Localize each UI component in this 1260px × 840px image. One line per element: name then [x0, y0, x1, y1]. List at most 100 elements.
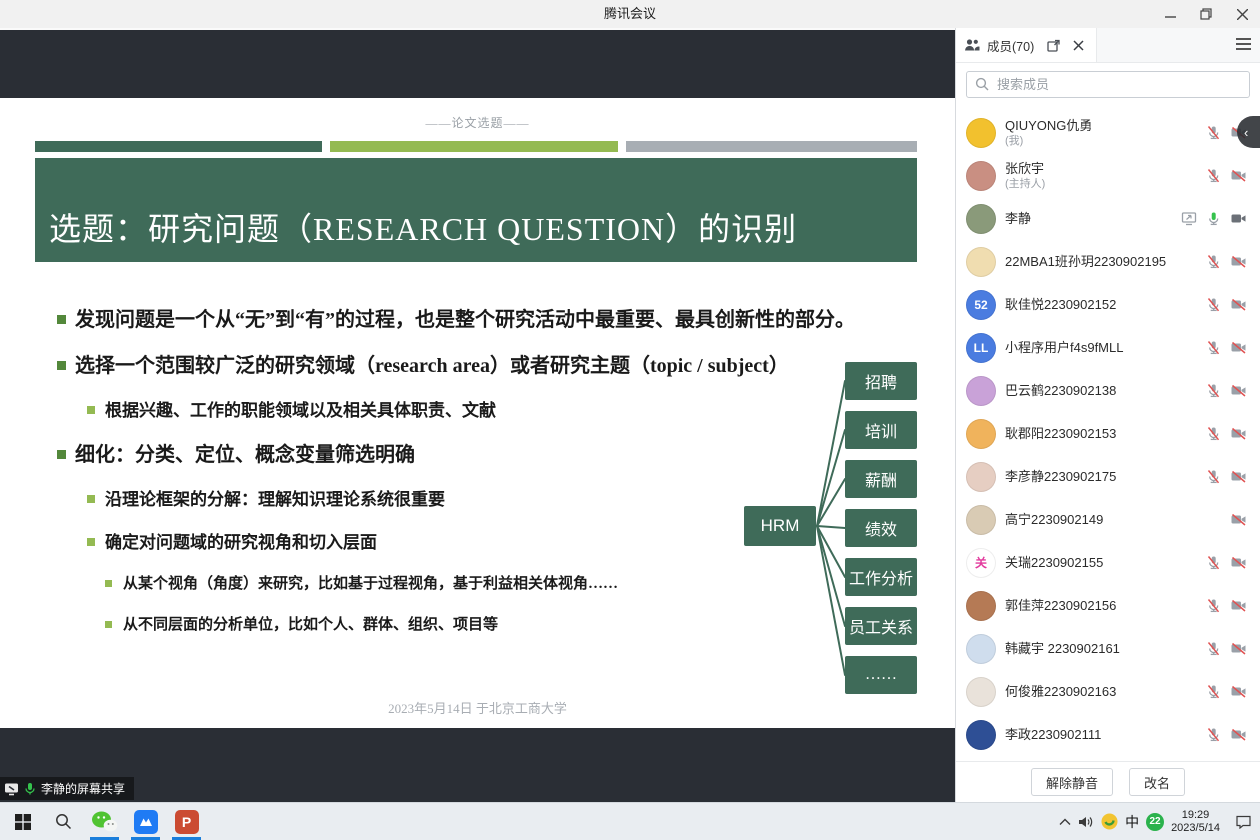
slide-footer: 2023年5月14日 于北京工商大学	[0, 698, 955, 717]
tab-members[interactable]: 成员(70)	[956, 28, 1097, 62]
screen-share-banner: 李静的屏幕共享	[0, 777, 134, 800]
rename-button[interactable]: 改名	[1129, 768, 1185, 796]
notification-center-button[interactable]	[1235, 814, 1252, 829]
member-row[interactable]: 22MBA1班孙玥2230902195	[956, 240, 1260, 283]
window-controls	[1152, 0, 1260, 28]
taskbar-powerpoint-button[interactable]: P	[166, 803, 207, 840]
camera-off-icon	[1230, 555, 1247, 570]
clock[interactable]: 19:29 2023/5/14	[1171, 809, 1220, 835]
mic-muted-icon	[1206, 555, 1221, 570]
member-status	[1206, 297, 1247, 312]
slide-title: 选题：研究问题（RESEARCH QUESTION）的识别	[49, 204, 797, 250]
member-row[interactable]: 关 关瑞2230902155	[956, 541, 1260, 584]
member-row[interactable]: 李政2230902111	[956, 713, 1260, 756]
camera-off-icon	[1230, 297, 1247, 312]
member-status	[1206, 383, 1247, 398]
accent-bar-green	[35, 141, 322, 152]
member-row[interactable]: 耿郡阳2230902153	[956, 412, 1260, 455]
ime-indicator[interactable]: 中	[1125, 812, 1139, 832]
mic-muted-icon	[1206, 641, 1221, 656]
camera-off-icon	[1230, 684, 1247, 699]
hrm-root-node: HRM	[744, 506, 816, 546]
member-role: (主持人)	[1005, 177, 1045, 191]
mic-muted-icon	[1206, 383, 1221, 398]
members-panel-header: 成员(70)	[956, 28, 1260, 63]
member-row[interactable]: LL 小程序用户f4s9fMLL	[956, 326, 1260, 369]
member-row[interactable]: 韩藏宇 2230902161	[956, 627, 1260, 670]
powerpoint-icon: P	[175, 810, 199, 834]
volume-icon[interactable]	[1078, 815, 1094, 829]
member-row[interactable]: 郭佳萍2230902156	[956, 584, 1260, 627]
close-panel-icon[interactable]	[1073, 40, 1084, 51]
camera-off-icon	[1230, 340, 1247, 355]
camera-off-icon	[1230, 512, 1247, 527]
members-tab-label: 成员(70)	[987, 36, 1034, 55]
antivirus-tray-icon[interactable]	[1101, 813, 1118, 830]
avatar	[966, 204, 996, 234]
hidden-icons-chevron[interactable]	[1059, 818, 1071, 826]
mic-on-icon	[1206, 211, 1221, 226]
member-name: 22MBA1班孙玥2230902195	[1005, 254, 1166, 270]
camera-off-icon	[1230, 426, 1247, 441]
shared-screen-area: ——论文选题—— 选题：研究问题（RESEARCH QUESTION）的识别 发…	[0, 28, 955, 802]
avatar	[966, 118, 996, 148]
taskbar-meeting-button[interactable]	[125, 803, 166, 840]
member-status	[1206, 254, 1247, 269]
popout-panel-icon[interactable]	[1047, 39, 1061, 52]
camera-off-icon	[1230, 254, 1247, 269]
member-status	[1206, 684, 1247, 699]
tray-badge[interactable]: 22	[1146, 813, 1164, 831]
panel-footer: 解除静音 改名	[956, 761, 1260, 802]
member-row[interactable]: 李彦静2230902175	[956, 455, 1260, 498]
member-row[interactable]: QIUYONG仇勇 (我)	[956, 111, 1260, 154]
member-row[interactable]: 高宁2230902149	[956, 498, 1260, 541]
avatar: LL	[966, 333, 996, 363]
member-row[interactable]: 52 耿佳悦2230902152	[956, 283, 1260, 326]
member-role: (我)	[1005, 134, 1092, 148]
member-name: 张欣宇	[1005, 161, 1045, 177]
tencent-meeting-window: 腾讯会议 ——论文选题—— 选题：研究问题（RESEARCH QUESTION）…	[0, 0, 1260, 840]
member-search	[956, 63, 1260, 106]
wechat-icon	[91, 810, 118, 834]
unmute-button[interactable]: 解除静音	[1031, 768, 1113, 796]
hrm-node: ……	[845, 656, 917, 694]
member-row[interactable]: 何俊雅2230902163	[956, 670, 1260, 713]
avatar	[966, 419, 996, 449]
avatar	[966, 720, 996, 750]
taskbar-wechat-button[interactable]	[84, 803, 125, 840]
member-row[interactable]: 张欣宇 (主持人)	[956, 154, 1260, 197]
shared-screen-icon	[4, 782, 19, 796]
clock-date: 2023/5/14	[1171, 822, 1220, 834]
start-button[interactable]	[2, 803, 43, 840]
avatar	[966, 376, 996, 406]
taskbar: P 中 22 19:29	[0, 802, 1260, 840]
members-panel: 成员(70)	[955, 28, 1260, 802]
member-row[interactable]: 巴云鹤2230902138	[956, 369, 1260, 412]
minimize-button[interactable]	[1152, 0, 1188, 28]
mic-muted-icon	[1206, 297, 1221, 312]
member-name: 郭佳萍2230902156	[1005, 598, 1116, 614]
member-name: 高宁2230902149	[1005, 512, 1103, 528]
member-status	[1206, 598, 1247, 613]
member-status	[1181, 211, 1247, 226]
search-icon	[975, 77, 989, 91]
member-name: 李静	[1005, 211, 1031, 227]
search-members-input[interactable]	[966, 71, 1250, 98]
taskbar-search-button[interactable]	[43, 803, 84, 840]
panel-menu-icon[interactable]	[1236, 38, 1251, 50]
close-button[interactable]	[1224, 0, 1260, 28]
mic-muted-icon	[1206, 125, 1221, 140]
bullet-item: 发现问题是一个从“无”到“有”的过程，也是整个研究活动中最重要、最具创新性的部分…	[45, 308, 925, 332]
member-status	[1206, 641, 1247, 656]
camera-off-icon	[1230, 598, 1247, 613]
mic-muted-icon	[1206, 254, 1221, 269]
presentation-slide: ——论文选题—— 选题：研究问题（RESEARCH QUESTION）的识别 发…	[0, 98, 955, 728]
camera-icon	[1230, 211, 1247, 226]
restore-button[interactable]	[1188, 0, 1224, 28]
members-icon	[964, 38, 980, 52]
member-row[interactable]: 李静	[956, 197, 1260, 240]
tencent-meeting-icon	[134, 810, 158, 834]
mic-muted-icon	[1206, 340, 1221, 355]
member-name: 巴云鹤2230902138	[1005, 383, 1116, 399]
member-name: 小程序用户f4s9fMLL	[1005, 340, 1123, 356]
